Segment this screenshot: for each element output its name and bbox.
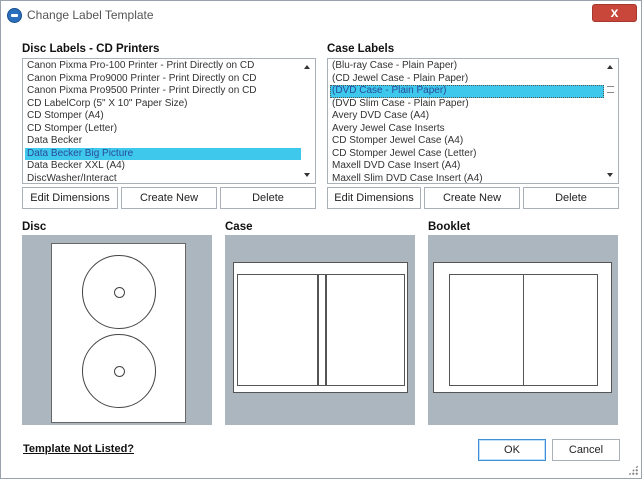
disc-sheet bbox=[51, 243, 186, 423]
case-spine-panel bbox=[318, 274, 326, 386]
close-button[interactable]: x bbox=[592, 4, 637, 22]
disc-labels-scrollbar[interactable] bbox=[301, 59, 315, 183]
list-item[interactable]: Avery DVD Case (A4) bbox=[330, 110, 604, 123]
change-label-template-dialog: Change Label Template x Disc Labels - CD… bbox=[0, 0, 642, 479]
disc-preview-heading: Disc bbox=[22, 221, 47, 233]
list-item[interactable]: DiscWasher/Interact bbox=[25, 173, 301, 184]
disc-label-top bbox=[82, 255, 156, 329]
case-labels-scrollbar[interactable] bbox=[604, 59, 618, 183]
disc-edit-dimensions-button[interactable]: Edit Dimensions bbox=[22, 187, 118, 209]
disc-labels-list[interactable]: Canon Pixma Pro-100 Printer - Print Dire… bbox=[22, 58, 316, 184]
list-item[interactable]: CD LabelCorp (5" X 10" Paper Size) bbox=[25, 98, 301, 111]
list-item[interactable]: (DVD Slim Case - Plain Paper) bbox=[330, 98, 604, 111]
list-item[interactable]: (Blu-ray Case - Plain Paper) bbox=[330, 60, 604, 73]
case-preview-heading: Case bbox=[225, 221, 253, 233]
case-labels-list[interactable]: (Blu-ray Case - Plain Paper) (CD Jewel Ca… bbox=[327, 58, 619, 184]
booklet-sheet bbox=[433, 262, 612, 393]
list-item[interactable]: Avery Jewel Case Inserts bbox=[330, 123, 604, 136]
case-labels-items: (Blu-ray Case - Plain Paper) (CD Jewel Ca… bbox=[330, 60, 604, 184]
booklet-preview-panel bbox=[428, 235, 618, 425]
ok-button[interactable]: OK bbox=[478, 439, 546, 461]
list-item[interactable]: Data Becker bbox=[25, 135, 301, 148]
list-item[interactable]: (CD Jewel Case - Plain Paper) bbox=[330, 73, 604, 86]
case-labels-heading: Case Labels bbox=[327, 43, 395, 55]
case-create-new-button[interactable]: Create New bbox=[424, 187, 520, 209]
list-item[interactable]: CD Stomper (A4) bbox=[25, 110, 301, 123]
scroll-down-arrow-icon[interactable] bbox=[607, 173, 613, 177]
app-disc-icon bbox=[7, 8, 22, 23]
booklet-right-page bbox=[523, 274, 598, 386]
list-item[interactable]: Maxell DVD Case Insert (A4) bbox=[330, 160, 604, 173]
scroll-up-arrow-icon[interactable] bbox=[607, 65, 613, 69]
list-item[interactable]: Data Becker XXL (A4) bbox=[25, 160, 301, 173]
disc-labels-heading: Disc Labels - CD Printers bbox=[22, 43, 160, 55]
list-item[interactable]: (DVD Case - Plain Paper) bbox=[330, 85, 604, 98]
disc-center-hole bbox=[114, 287, 125, 298]
resize-grip-icon[interactable] bbox=[628, 465, 638, 475]
scroll-down-arrow-icon[interactable] bbox=[304, 173, 310, 177]
title-bar: Change Label Template x bbox=[1, 1, 641, 29]
list-item[interactable]: CD Stomper Jewel Case (Letter) bbox=[330, 148, 604, 161]
template-not-listed-link[interactable]: Template Not Listed? bbox=[23, 443, 134, 455]
disc-label-bottom bbox=[82, 334, 156, 408]
disc-labels-items: Canon Pixma Pro-100 Printer - Print Dire… bbox=[25, 60, 301, 184]
window-title: Change Label Template bbox=[27, 8, 154, 22]
list-item[interactable]: Canon Pixma Pro-100 Printer - Print Dire… bbox=[25, 60, 301, 73]
booklet-preview-heading: Booklet bbox=[428, 221, 471, 233]
case-insert-sheet bbox=[233, 262, 408, 393]
list-item[interactable]: CD Stomper Jewel Case (A4) bbox=[330, 135, 604, 148]
list-item[interactable]: Canon Pixma Pro9500 Printer - Print Dire… bbox=[25, 85, 301, 98]
case-back-panel bbox=[237, 274, 318, 386]
case-delete-button[interactable]: Delete bbox=[523, 187, 619, 209]
case-preview-panel bbox=[225, 235, 415, 425]
disc-create-new-button[interactable]: Create New bbox=[121, 187, 217, 209]
list-item[interactable]: Maxell Slim DVD Case Insert (A4) bbox=[330, 173, 604, 184]
list-item[interactable]: Canon Pixma Pro9000 Printer - Print Dire… bbox=[25, 73, 301, 86]
scroll-up-arrow-icon[interactable] bbox=[304, 65, 310, 69]
disc-preview-panel bbox=[22, 235, 212, 425]
list-item[interactable]: Data Becker Big Picture bbox=[25, 147, 301, 160]
case-front-panel bbox=[326, 274, 405, 386]
case-edit-dimensions-button[interactable]: Edit Dimensions bbox=[327, 187, 421, 209]
list-item[interactable]: CD Stomper (Letter) bbox=[25, 123, 301, 136]
booklet-left-page bbox=[449, 274, 524, 386]
disc-center-hole bbox=[114, 366, 125, 377]
scroll-thumb-grip-icon[interactable] bbox=[607, 86, 614, 93]
cancel-button[interactable]: Cancel bbox=[552, 439, 620, 461]
disc-delete-button[interactable]: Delete bbox=[220, 187, 316, 209]
